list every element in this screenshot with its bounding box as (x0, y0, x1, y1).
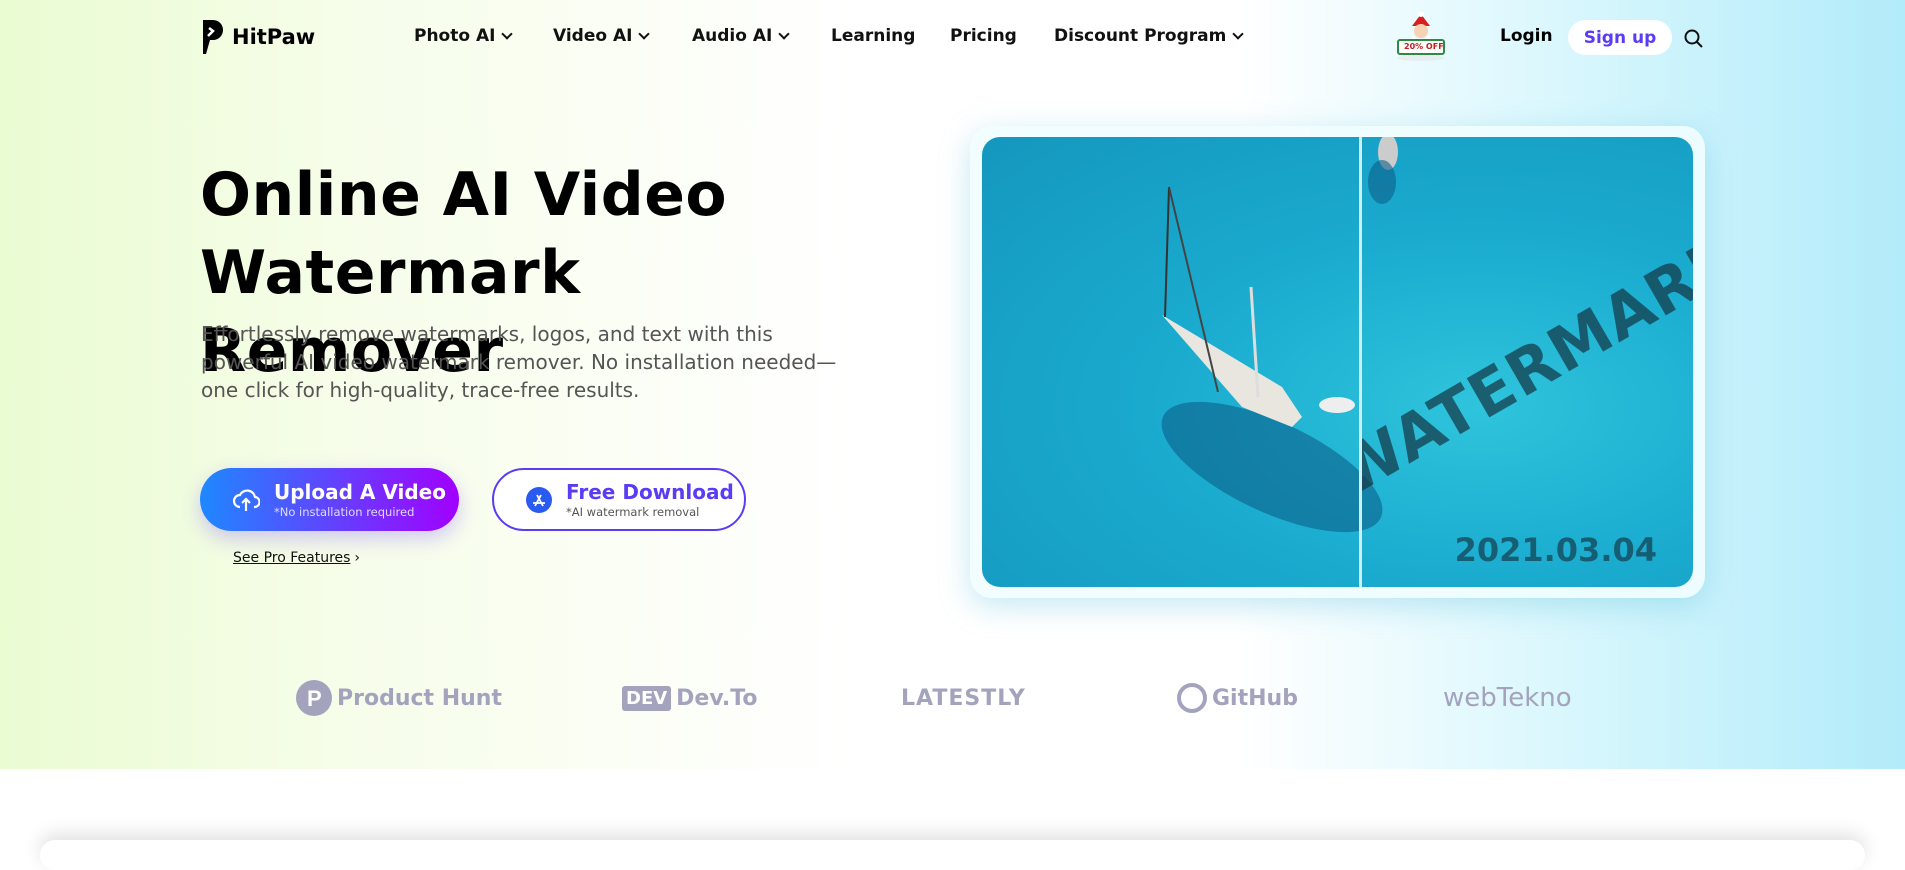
login-link[interactable]: Login (1500, 26, 1553, 46)
hero-description: Effortlessly remove watermarks, logos, a… (201, 322, 837, 402)
see-pro-features-link[interactable]: See Pro Features › (233, 550, 360, 566)
before-after-preview[interactable]: WATERMARK 2021.03.04 (982, 137, 1693, 587)
producthunt-logo: P Product Hunt (296, 676, 502, 720)
upload-video-button[interactable]: Upload A Video *No installation required (200, 468, 459, 531)
date-stamp: 2021.03.04 (1454, 531, 1657, 569)
producthunt-icon: P (296, 680, 332, 716)
hitpaw-logo-icon (203, 20, 223, 54)
nav-learning[interactable]: Learning (831, 26, 915, 46)
github-logo: GitHub (1177, 676, 1298, 720)
chevron-right-icon: › (354, 550, 361, 566)
nav-discount-program[interactable]: Discount Program (1054, 26, 1244, 46)
watermark-text: WATERMARK (1362, 219, 1693, 511)
promo-santa-badge[interactable]: 20% OFF (1390, 11, 1452, 62)
nav-audio-ai[interactable]: Audio AI (692, 26, 791, 46)
free-download-button[interactable]: Free Download *AI watermark removal (492, 468, 746, 531)
chevron-down-icon (638, 27, 651, 40)
devto-logo: DEV Dev.To (622, 676, 757, 720)
cloud-upload-icon (232, 488, 260, 511)
github-icon (1177, 683, 1207, 713)
nav-video-ai[interactable]: Video AI (553, 26, 651, 46)
comparison-slider-handle[interactable] (1359, 137, 1362, 587)
signup-button[interactable]: Sign up (1568, 20, 1672, 55)
chevron-down-icon (501, 27, 514, 40)
next-section (40, 840, 1865, 870)
app-store-icon (526, 486, 552, 513)
nav-photo-ai[interactable]: Photo AI (414, 26, 514, 46)
preview-card: WATERMARK 2021.03.04 (970, 126, 1705, 598)
partner-logos: P Product Hunt DEV Dev.To LATESTLY GitHub … (0, 676, 1905, 720)
svg-text:P: P (307, 686, 322, 711)
search-icon[interactable] (1684, 29, 1704, 49)
top-nav: HitPaw Photo AI Video AI Audio AI Learni… (0, 0, 1905, 75)
hitpaw-logo[interactable]: HitPaw (200, 18, 315, 56)
webtekno-logo: webTekno (1443, 683, 1572, 713)
santa-icon (1397, 11, 1445, 61)
chevron-down-icon (1232, 27, 1244, 40)
latestly-logo: LATESTLY (901, 685, 1026, 711)
nav-pricing[interactable]: Pricing (950, 26, 1017, 46)
chevron-down-icon (778, 27, 791, 40)
